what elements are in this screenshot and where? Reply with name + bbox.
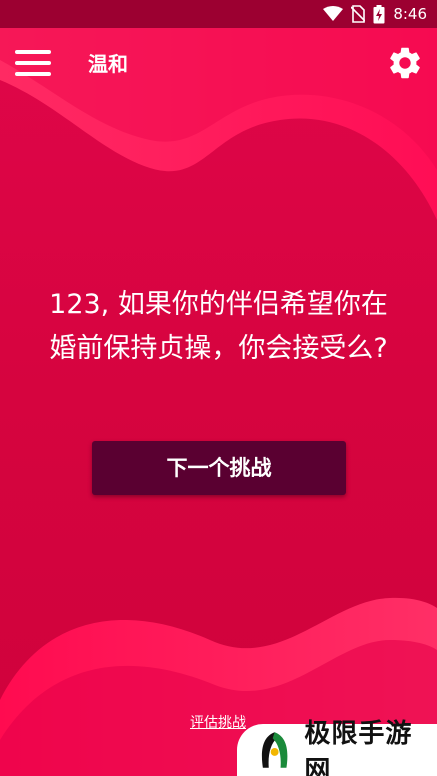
next-challenge-button[interactable]: 下一个挑战: [92, 441, 346, 495]
status-time: 8:46: [393, 5, 427, 23]
app-title: 温和: [88, 52, 128, 76]
app-screen: 8:46 温和 123, 如果你的伴侣希望你在 婚前保持贞操，你会接受么? 下一…: [0, 0, 437, 776]
gear-icon[interactable]: [386, 44, 424, 82]
rate-challenge-link[interactable]: 评估挑战: [190, 712, 246, 732]
background-wave: [0, 28, 437, 776]
watermark-badge: 极限手游网: [237, 719, 437, 776]
wifi-icon: [323, 6, 344, 21]
no-sim-icon: [351, 5, 366, 23]
app-bar: 温和: [0, 28, 437, 96]
question-line-2: 婚前保持贞操，你会接受么?: [49, 333, 388, 364]
battery-charging-icon: [373, 4, 385, 23]
watermark-text: 极限手游网: [304, 719, 413, 776]
question-text: 123, 如果你的伴侣希望你在 婚前保持贞操，你会接受么?: [20, 283, 417, 371]
status-bar: 8:46: [0, 0, 437, 28]
question-line-1: 123, 如果你的伴侣希望你在: [49, 289, 388, 320]
watermark-logo-icon: [261, 732, 288, 768]
hamburger-menu-icon[interactable]: [15, 50, 51, 76]
